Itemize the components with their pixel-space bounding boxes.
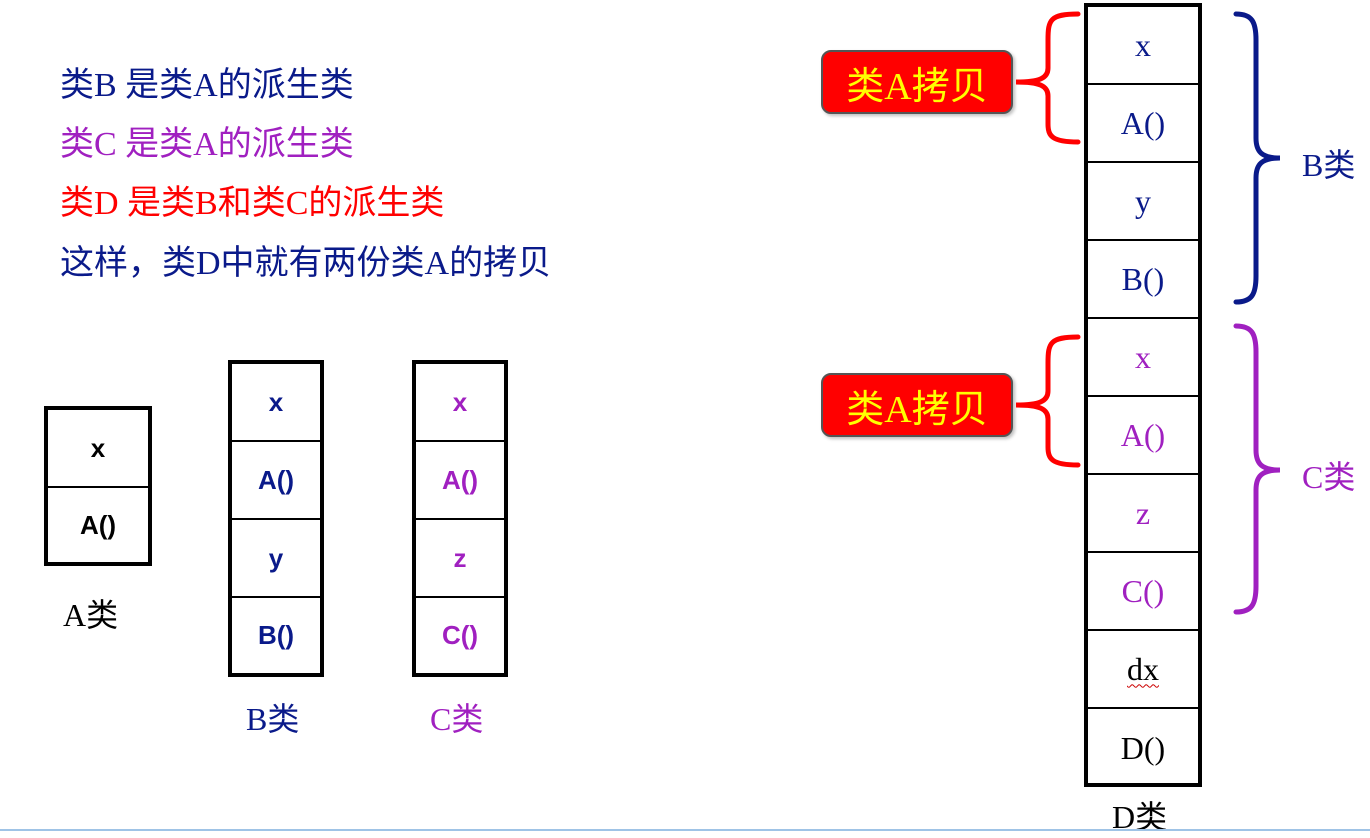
navy-right-brace [1233, 11, 1281, 305]
class-d-dx-text: dx [1127, 650, 1159, 687]
class-d-cell-a-ctor2: A() [1088, 397, 1198, 475]
class-c-cell-c-ctor: C() [441, 620, 479, 650]
class-d-cell-x1: x [1088, 7, 1198, 85]
statement-d-derived: 类D 是类B和类C的派生类 [60, 185, 445, 222]
class-a-cell-ctor: A() [79, 509, 117, 540]
class-b-cell-a-ctor: A() [232, 442, 320, 520]
class-d-cell-x2: x [1088, 319, 1198, 397]
class-c-cell-z: z [416, 520, 504, 598]
class-b-box: x A() y B() [228, 360, 324, 677]
class-d-cell-b-ctor: B() [1088, 241, 1198, 319]
class-c-cell-x: x [416, 364, 504, 442]
red-left-brace-2 [1015, 334, 1081, 468]
c-group-label: C类 [1302, 459, 1356, 495]
class-d-cell-dx: dx [1088, 631, 1198, 709]
statement-two-copies: 这样，类D中就有两份类A的拷贝 [60, 245, 552, 282]
class-c-caption: C类 [430, 701, 484, 737]
statement-c-derived: 类C 是类A的派生类 [60, 126, 354, 163]
class-a-caption: A类 [63, 597, 119, 633]
class-a-box: x A() [44, 406, 152, 566]
class-d-caption: D类 [1112, 799, 1168, 835]
red-left-brace-1 [1015, 11, 1081, 145]
class-d-cell-z: z [1088, 475, 1198, 553]
class-d-cell-c-ctor: C() [1088, 553, 1198, 631]
slide-bottom-edge [0, 829, 1370, 831]
class-a-copy-badge-1: 类A拷贝 [821, 50, 1013, 114]
class-d-cell-d-ctor: D() [1120, 729, 1166, 766]
class-d-cell-y: y [1088, 163, 1198, 241]
class-c-cell-a-ctor: A() [416, 442, 504, 520]
class-a-cell-x: x [48, 410, 148, 488]
class-d-cell-a-ctor1: A() [1088, 85, 1198, 163]
class-d-box: x A() y B() x A() z C() dx D() [1084, 3, 1202, 787]
statement-b-derived: 类B 是类A的派生类 [60, 67, 354, 104]
class-b-cell-y: y [232, 520, 320, 598]
b-group-label: B类 [1302, 147, 1356, 183]
purple-right-brace [1233, 323, 1281, 615]
class-b-caption: B类 [246, 701, 300, 737]
class-b-cell-x: x [232, 364, 320, 442]
class-b-cell-b-ctor: B() [257, 620, 295, 650]
class-c-box: x A() z C() [412, 360, 508, 677]
class-a-copy-badge-2: 类A拷贝 [821, 373, 1013, 437]
